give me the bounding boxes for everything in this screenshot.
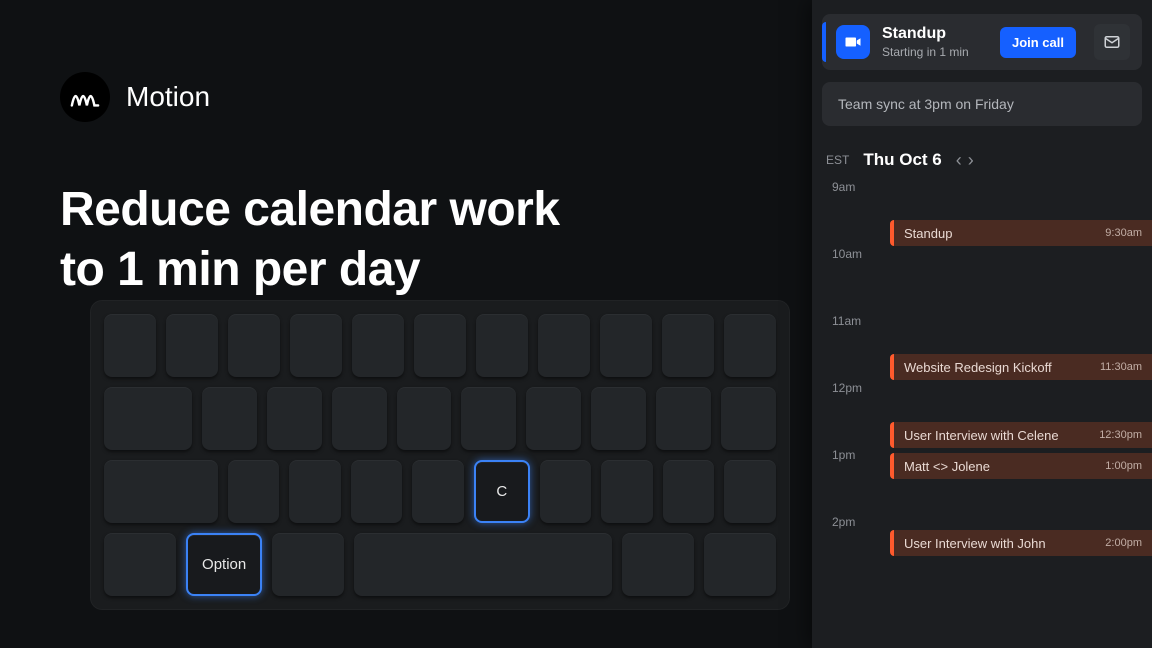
key-blank [476, 314, 528, 377]
keyboard-graphic: C Option [90, 300, 790, 610]
key-blank [412, 460, 464, 523]
calendar-event[interactable]: Website Redesign Kickoff 11:30am [890, 354, 1152, 380]
command-input[interactable]: Team sync at 3pm on Friday [822, 82, 1142, 126]
event-time: 9:30am [1105, 227, 1142, 239]
email-button[interactable] [1094, 24, 1130, 60]
upcoming-meeting-card: Standup Starting in 1 min Join call [822, 14, 1142, 70]
next-day-button[interactable]: › [968, 151, 974, 169]
key-blank [351, 460, 403, 523]
key-blank [591, 387, 646, 450]
key-blank [622, 533, 694, 596]
key-blank [721, 387, 776, 450]
key-blank [538, 314, 590, 377]
event-time: 12:30pm [1099, 429, 1142, 441]
video-icon [836, 25, 870, 59]
key-blank [663, 460, 715, 523]
hour-label: 9am [832, 180, 855, 194]
hour-label: 12pm [832, 381, 862, 395]
calendar-event[interactable]: Matt <> Jolene 1:00pm [890, 453, 1152, 479]
headline: Reduce calendar work to 1 min per day [60, 180, 560, 300]
key-blank [704, 533, 776, 596]
calendar-event[interactable]: User Interview with Celene 12:30pm [890, 422, 1152, 448]
calendar-event[interactable]: Standup 9:30am [890, 220, 1152, 246]
hour-label: 10am [832, 247, 862, 261]
calendar-panel: Standup Starting in 1 min Join call Team… [812, 0, 1152, 648]
key-blank [104, 387, 192, 450]
event-time: 1:00pm [1105, 460, 1142, 472]
brand-logo: Motion [60, 72, 210, 122]
headline-line-1: Reduce calendar work [60, 180, 560, 240]
key-blank [540, 460, 592, 523]
key-blank [352, 314, 404, 377]
meeting-title: Standup [882, 25, 988, 43]
key-blank [656, 387, 711, 450]
key-blank [104, 533, 176, 596]
timezone-label: EST [826, 153, 849, 167]
timeline: 9am 10am 11am 12pm 1pm 2pm Standup 9:30am Websit… [826, 180, 1152, 600]
date-label: Thu Oct 6 [863, 150, 941, 170]
key-blank [228, 460, 280, 523]
join-call-button[interactable]: Join call [1000, 27, 1076, 58]
motion-logo-icon [60, 72, 110, 122]
key-blank [601, 460, 653, 523]
key-blank [289, 460, 341, 523]
event-time: 2:00pm [1105, 537, 1142, 549]
key-blank [724, 460, 776, 523]
hour-label: 2pm [832, 515, 855, 529]
key-blank [202, 387, 257, 450]
key-blank [228, 314, 280, 377]
event-title: User Interview with Celene [904, 428, 1091, 443]
hour-label: 1pm [832, 448, 855, 462]
date-navigator: EST Thu Oct 6 ‹ › [826, 150, 1138, 170]
key-blank [290, 314, 342, 377]
key-blank [104, 460, 218, 523]
prev-day-button[interactable]: ‹ [956, 151, 962, 169]
key-blank [414, 314, 466, 377]
key-blank [166, 314, 218, 377]
event-title: User Interview with John [904, 536, 1097, 551]
key-blank [461, 387, 516, 450]
key-c: C [474, 460, 530, 523]
key-space [354, 533, 612, 596]
event-time: 11:30am [1100, 361, 1142, 373]
key-option: Option [186, 533, 262, 596]
calendar-event[interactable]: User Interview with John 2:00pm [890, 530, 1152, 556]
key-blank [724, 314, 776, 377]
headline-line-2: to 1 min per day [60, 240, 560, 300]
event-title: Matt <> Jolene [904, 459, 1097, 474]
event-title: Website Redesign Kickoff [904, 360, 1092, 375]
event-title: Standup [904, 226, 1097, 241]
brand-name: Motion [126, 81, 210, 113]
key-blank [662, 314, 714, 377]
key-blank [600, 314, 652, 377]
command-text: Team sync at 3pm on Friday [838, 96, 1014, 112]
key-blank [397, 387, 452, 450]
key-blank [272, 533, 344, 596]
key-blank [526, 387, 581, 450]
key-blank [267, 387, 322, 450]
key-blank [332, 387, 387, 450]
hour-label: 11am [832, 314, 861, 328]
meeting-subtitle: Starting in 1 min [882, 45, 988, 59]
key-blank [104, 314, 156, 377]
